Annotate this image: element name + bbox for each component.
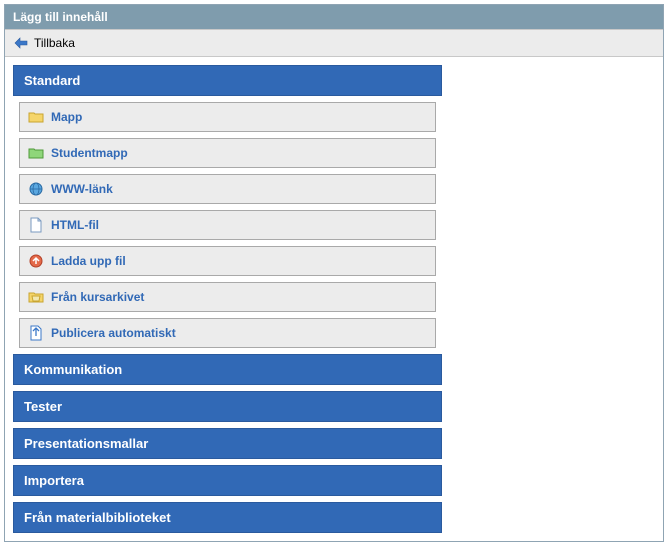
publish-auto-icon: [28, 325, 44, 341]
panel: Lägg till innehåll Tillbaka Standard Map…: [4, 4, 664, 542]
category-header-importera[interactable]: Importera: [13, 465, 442, 496]
item-fran-kursarkivet[interactable]: Från kursarkivet: [19, 282, 436, 312]
item-studentmapp[interactable]: Studentmapp: [19, 138, 436, 168]
item-label: Mapp: [51, 110, 82, 124]
category-header-presentationsmallar[interactable]: Presentationsmallar: [13, 428, 442, 459]
item-label: Ladda upp fil: [51, 254, 126, 268]
item-label: Från kursarkivet: [51, 290, 144, 304]
upload-file-icon: [28, 253, 44, 269]
item-html-fil[interactable]: HTML-fil: [19, 210, 436, 240]
category-header-kommunikation[interactable]: Kommunikation: [13, 354, 442, 385]
back-label: Tillbaka: [34, 36, 75, 50]
item-publicera-automatiskt[interactable]: Publicera automatiskt: [19, 318, 436, 348]
back-button[interactable]: Tillbaka: [5, 29, 663, 57]
folder-icon: [28, 109, 44, 125]
item-mapp[interactable]: Mapp: [19, 102, 436, 132]
student-folder-icon: [28, 145, 44, 161]
panel-title: Lägg till innehåll: [5, 5, 663, 29]
item-label: HTML-fil: [51, 218, 99, 232]
category-items-standard: Mapp Studentmapp WWW-l: [13, 102, 442, 348]
item-label: Studentmapp: [51, 146, 128, 160]
item-www-lank[interactable]: WWW-länk: [19, 174, 436, 204]
archive-folder-icon: [28, 289, 44, 305]
item-label: Publicera automatiskt: [51, 326, 176, 340]
category-header-materialbiblioteket[interactable]: Från materialbiblioteket: [13, 502, 442, 533]
globe-icon: [28, 181, 44, 197]
item-ladda-upp-fil[interactable]: Ladda upp fil: [19, 246, 436, 276]
back-arrow-icon: [13, 35, 29, 51]
html-file-icon: [28, 217, 44, 233]
category-header-standard[interactable]: Standard: [13, 65, 442, 96]
category-header-tester[interactable]: Tester: [13, 391, 442, 422]
content-area: Standard Mapp Studentmapp: [5, 57, 450, 541]
item-label: WWW-länk: [51, 182, 113, 196]
